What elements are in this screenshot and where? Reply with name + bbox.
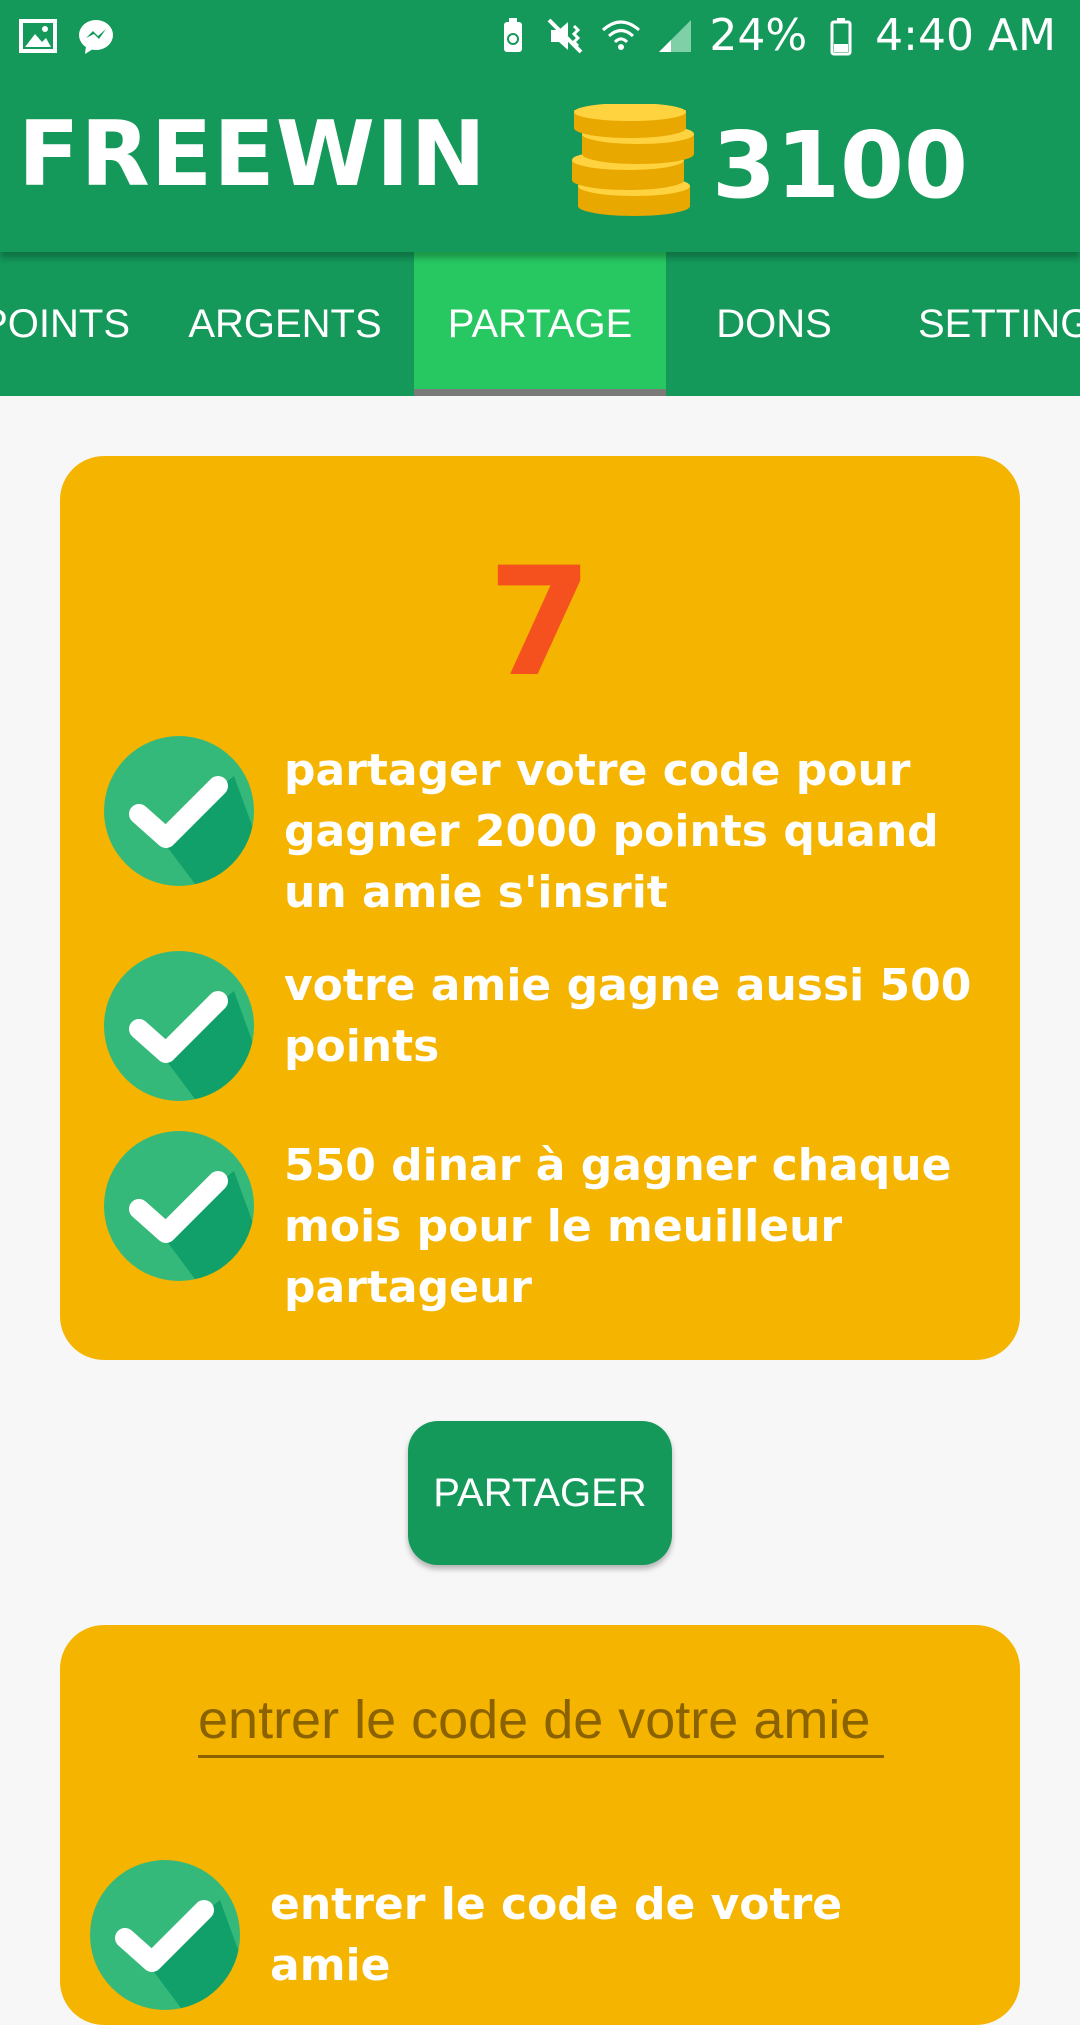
feature-item: entrer le code de votre amie (90, 1860, 990, 2010)
feature-text: votre amie gagne aussi 500 points (284, 960, 972, 1072)
tab-label: DONS (716, 301, 832, 346)
messenger-icon (79, 20, 113, 54)
check-icon (104, 736, 254, 886)
check-icon (90, 1860, 240, 2010)
battery-percent: 24% (709, 10, 808, 61)
tab-label: POINTS (0, 301, 130, 346)
check-icon (104, 1131, 254, 1281)
share-count: 7 (487, 536, 593, 710)
feature-text: 550 dinar à gagner chaque mois pour le m… (284, 1140, 952, 1313)
tab-bar: POINTS ARGENTS PARTAGE DONS SETTINGS (0, 252, 1080, 396)
mute-vibrate-icon (547, 18, 583, 53)
tab-settings[interactable]: SETTINGS (918, 252, 1080, 396)
tab-points[interactable]: POINTS (0, 252, 130, 396)
feature-item: partager votre code pour gagner 2000 poi… (104, 736, 1004, 926)
tab-partage[interactable]: PARTAGE (414, 252, 666, 396)
coins-icon (570, 103, 700, 224)
signal-icon (659, 19, 692, 52)
tab-label: ARGENTS (188, 301, 382, 346)
status-bar: 24% 4:40 AM (0, 0, 1080, 72)
wifi-icon (602, 20, 641, 50)
feature-text: partager votre code pour gagner 2000 poi… (284, 745, 939, 918)
tab-label: PARTAGE (447, 301, 633, 346)
tab-label: SETTINGS (918, 301, 1080, 346)
check-icon (104, 951, 254, 1101)
app-title: FREEWIN (18, 102, 487, 207)
friend-code-input[interactable] (198, 1685, 884, 1758)
tab-dons[interactable]: DONS (666, 252, 882, 396)
feature-text: entrer le code de votre amie (270, 1879, 843, 1991)
battery-icon (830, 17, 852, 55)
image-icon (19, 19, 57, 53)
tab-indicator (414, 389, 666, 396)
code-card: entrer le code de votre amie (60, 1625, 1020, 2025)
share-card: 7 partager votre code pour gagner 2000 p… (60, 456, 1020, 1360)
points-counter: 3100 (712, 112, 969, 219)
battery-saver-icon (504, 17, 523, 52)
share-button[interactable]: PARTAGER (408, 1421, 672, 1565)
tab-argents[interactable]: ARGENTS (160, 252, 410, 396)
app-bar: FREEWIN 3100 (0, 72, 1080, 252)
feature-item: 550 dinar à gagner chaque mois pour le m… (104, 1131, 1004, 1321)
feature-item: votre amie gagne aussi 500 points (104, 951, 1004, 1101)
status-time: 4:40 AM (875, 10, 1056, 61)
